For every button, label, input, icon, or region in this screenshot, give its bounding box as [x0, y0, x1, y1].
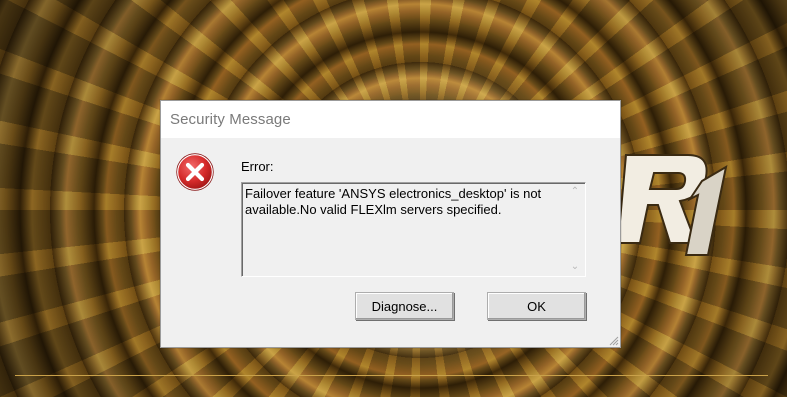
security-message-dialog: Security Message Error: Failover feature… [160, 100, 621, 348]
ok-button[interactable]: OK [487, 292, 586, 320]
error-label: Error: [241, 159, 274, 174]
splash-divider [15, 375, 768, 376]
resize-grip-icon[interactable] [607, 334, 619, 346]
dialog-title: Security Message [170, 111, 291, 128]
scroll-down-arrow-icon[interactable]: ⌄ [569, 262, 581, 272]
error-message-text: Failover feature 'ANSYS electronics_desk… [245, 186, 542, 217]
dialog-titlebar[interactable]: Security Message [161, 101, 620, 138]
error-message-box[interactable]: Failover feature 'ANSYS electronics_desk… [241, 182, 586, 277]
diagnose-button[interactable]: Diagnose... [355, 292, 454, 320]
release-logo [618, 145, 728, 265]
scroll-up-arrow-icon[interactable]: ⌃ [569, 187, 581, 197]
error-icon [176, 153, 214, 191]
